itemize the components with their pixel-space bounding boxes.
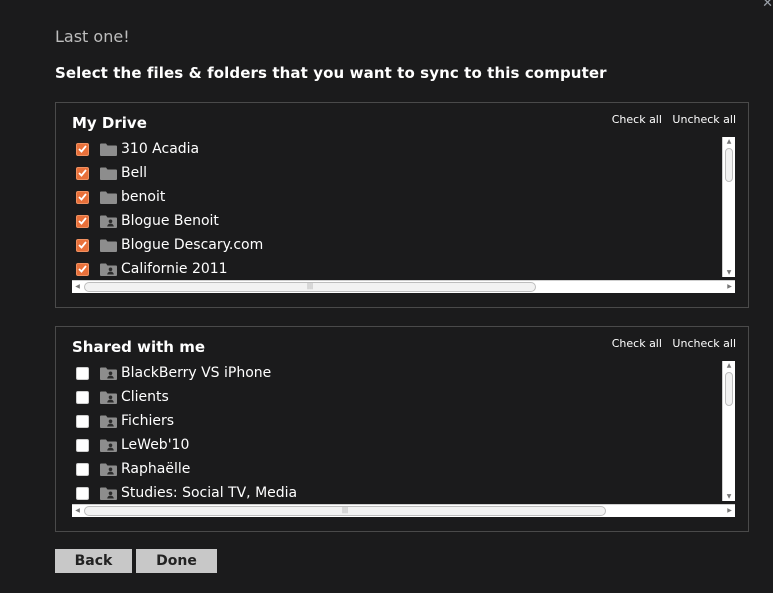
checkbox[interactable] — [76, 438, 89, 452]
checkbox[interactable] — [76, 238, 89, 252]
checkbox[interactable] — [76, 414, 89, 428]
shared-with-me-title: Shared with me — [72, 338, 206, 356]
shared-check-all-link[interactable]: Check all — [612, 337, 662, 350]
item-label: Raphaëlle — [121, 461, 191, 477]
checkbox[interactable] — [76, 462, 89, 476]
item-label: Californie 2011 — [121, 261, 228, 277]
page-heading: Select the files & folders that you want… — [55, 64, 607, 82]
done-button[interactable]: Done — [136, 549, 217, 573]
my-drive-links: Check all Uncheck all — [605, 113, 736, 126]
checkmark-icon — [78, 265, 87, 273]
item-label: Blogue Benoit — [121, 213, 219, 229]
shared-folder-icon — [100, 439, 117, 452]
scroll-up-icon[interactable]: ▲ — [723, 137, 735, 146]
checkmark-icon — [78, 241, 87, 249]
scroll-right-icon[interactable]: ▶ — [724, 505, 735, 517]
list-item[interactable]: Blogue Benoit — [72, 209, 717, 233]
back-button[interactable]: Back — [55, 549, 132, 573]
folder-icon — [100, 191, 117, 204]
my-drive-panel: My Drive Check all Uncheck all 310 Acadi… — [55, 102, 749, 308]
list-item[interactable]: Raphaëlle — [72, 457, 717, 481]
scroll-up-icon[interactable]: ▲ — [723, 361, 735, 370]
checkmark-icon — [78, 217, 87, 225]
item-label: 310 Acadia — [121, 141, 200, 157]
my-drive-title: My Drive — [72, 114, 147, 132]
shared-folder-icon — [100, 263, 117, 276]
shared-folder-icon — [100, 415, 117, 428]
shared-folder-icon — [100, 487, 117, 500]
list-item[interactable]: Clients — [72, 385, 717, 409]
checkbox[interactable] — [76, 142, 89, 156]
checkmark-icon — [78, 145, 87, 153]
list-item[interactable]: BlackBerry VS iPhone — [72, 361, 717, 385]
list-item[interactable]: Californie 2011 — [72, 257, 717, 277]
scroll-thumb[interactable] — [725, 372, 733, 406]
checkbox[interactable] — [76, 166, 89, 180]
scroll-down-icon[interactable]: ▼ — [723, 268, 735, 277]
my-drive-check-all-link[interactable]: Check all — [612, 113, 662, 126]
my-drive-rows: 310 Acadia Bell benoit Blogue Benoit Blogue … — [72, 137, 717, 277]
list-item[interactable]: Bell — [72, 161, 717, 185]
horizontal-scrollbar[interactable]: ◀ ||| ▶ — [72, 280, 735, 293]
scroll-left-icon[interactable]: ◀ — [72, 505, 83, 517]
shared-folder-icon — [100, 463, 117, 476]
my-drive-list: 310 Acadia Bell benoit Blogue Benoit Blogue … — [72, 137, 735, 293]
vertical-scrollbar[interactable]: ▲ ▼ — [722, 361, 735, 501]
checkbox[interactable] — [76, 366, 89, 380]
item-label: benoit — [121, 189, 166, 205]
folder-icon — [100, 143, 117, 156]
list-item[interactable]: Studies: Social TV, Media — [72, 481, 717, 501]
checkbox[interactable] — [76, 262, 89, 276]
shared-folder-icon — [100, 215, 117, 228]
shared-with-me-list: BlackBerry VS iPhone Clients Fichiers LeWeb… — [72, 361, 735, 517]
shared-with-me-links: Check all Uncheck all — [605, 337, 736, 350]
list-item[interactable]: Blogue Descary.com — [72, 233, 717, 257]
shared-with-me-rows: BlackBerry VS iPhone Clients Fichiers LeWeb… — [72, 361, 717, 501]
close-icon[interactable]: ✕ — [762, 0, 773, 10]
folder-icon — [100, 167, 117, 180]
item-label: Blogue Descary.com — [121, 237, 264, 253]
vertical-scrollbar[interactable]: ▲ ▼ — [722, 137, 735, 277]
checkmark-icon — [78, 169, 87, 177]
checkbox[interactable] — [76, 190, 89, 204]
item-label: BlackBerry VS iPhone — [121, 365, 272, 381]
shared-folder-icon — [100, 391, 117, 404]
scroll-thumb[interactable]: ||| — [84, 282, 536, 292]
shared-folder-icon — [100, 367, 117, 380]
checkbox[interactable] — [76, 486, 89, 500]
my-drive-uncheck-all-link[interactable]: Uncheck all — [672, 113, 736, 126]
step-label: Last one! — [55, 27, 130, 46]
horizontal-scrollbar[interactable]: ◀ ||| ▶ — [72, 504, 735, 517]
item-label: Studies: Social TV, Media — [121, 485, 298, 501]
shared-uncheck-all-link[interactable]: Uncheck all — [672, 337, 736, 350]
item-label: Clients — [121, 389, 169, 405]
scroll-down-icon[interactable]: ▼ — [723, 492, 735, 501]
list-item[interactable]: LeWeb'10 — [72, 433, 717, 457]
list-item[interactable]: Fichiers — [72, 409, 717, 433]
shared-with-me-panel: Shared with me Check all Uncheck all Bla… — [55, 326, 749, 532]
folder-icon — [100, 239, 117, 252]
checkbox[interactable] — [76, 214, 89, 228]
scroll-right-icon[interactable]: ▶ — [724, 281, 735, 293]
scroll-left-icon[interactable]: ◀ — [72, 281, 83, 293]
item-label: Bell — [121, 165, 147, 181]
checkbox[interactable] — [76, 390, 89, 404]
item-label: LeWeb'10 — [121, 437, 190, 453]
checkmark-icon — [78, 193, 87, 201]
scroll-thumb[interactable]: ||| — [84, 506, 606, 516]
list-item[interactable]: benoit — [72, 185, 717, 209]
item-label: Fichiers — [121, 413, 175, 429]
list-item[interactable]: 310 Acadia — [72, 137, 717, 161]
scroll-thumb[interactable] — [725, 148, 733, 182]
